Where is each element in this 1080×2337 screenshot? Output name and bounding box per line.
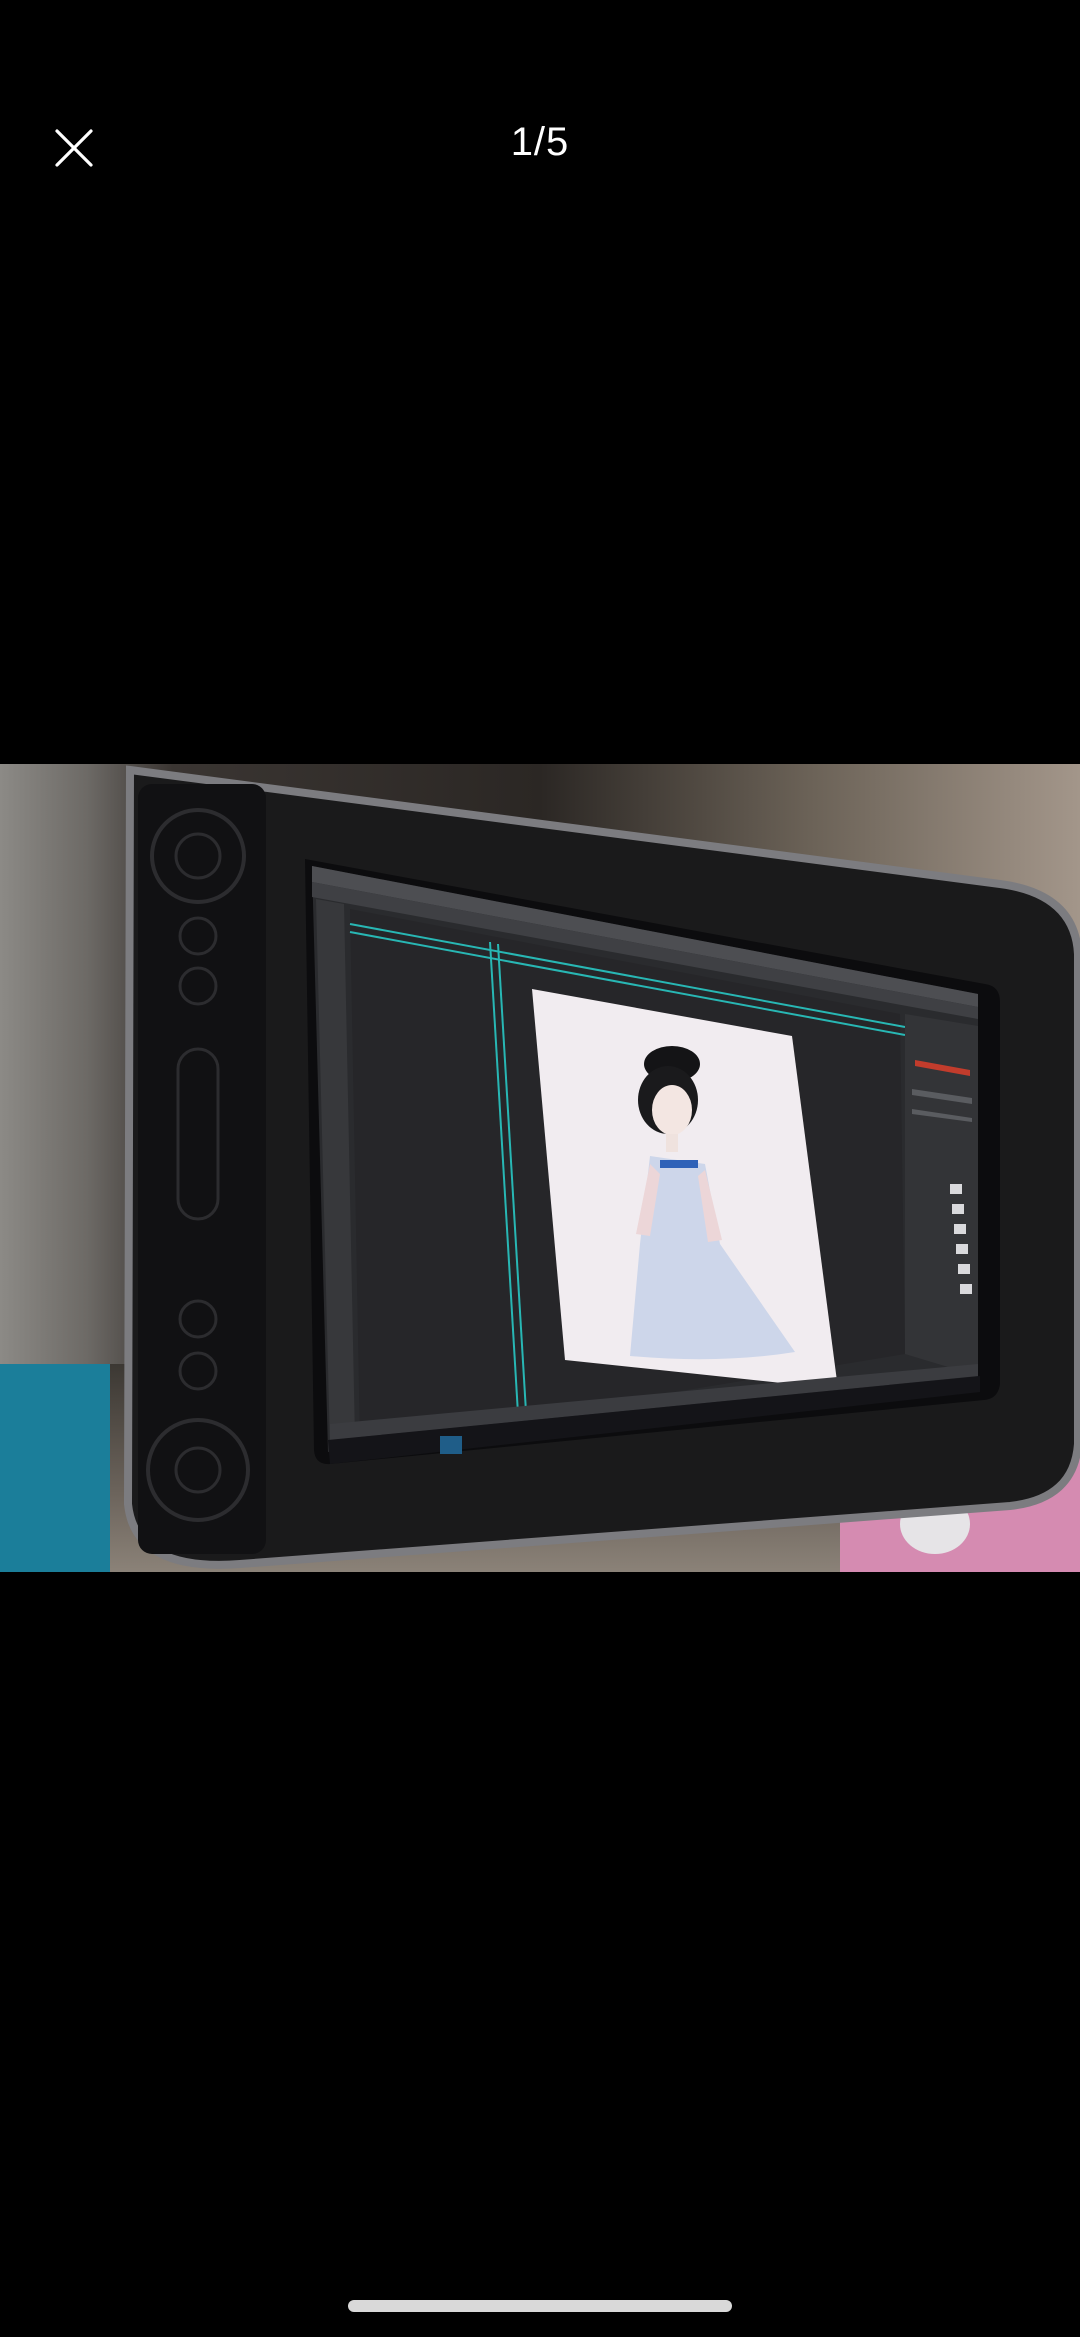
home-indicator[interactable] xyxy=(348,2300,732,2312)
image-viewer: 1/5 xyxy=(0,0,1080,2337)
photo[interactable] xyxy=(0,764,1080,1572)
photo-of-drawing-tablet xyxy=(123,765,1080,1569)
image-counter: 1/5 xyxy=(510,120,570,164)
viewer-top-bar: 1/5 xyxy=(0,0,1080,300)
